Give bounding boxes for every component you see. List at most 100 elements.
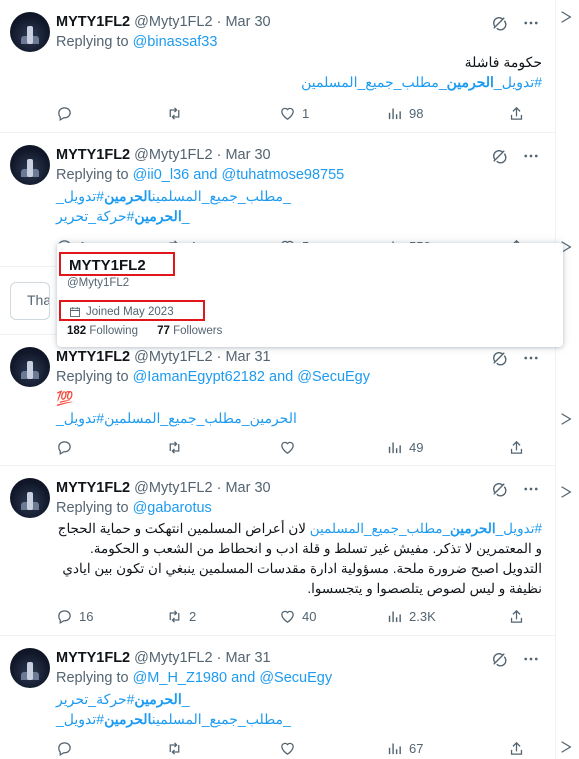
tweet-date[interactable]: Mar 30 xyxy=(225,14,270,30)
tweet[interactable]: MYTY1FL2 @Myty1FL2 · Mar 30 Replying to … xyxy=(0,466,556,636)
grok-icon[interactable] xyxy=(490,650,508,668)
reply-icon xyxy=(56,740,73,757)
tweet-header: MYTY1FL2 @Myty1FL2 · Mar 31 xyxy=(56,349,271,365)
retweet-icon xyxy=(166,105,183,122)
share-button[interactable] xyxy=(508,437,525,457)
more-icon[interactable] xyxy=(522,480,540,498)
followers-link[interactable]: 77 Followers xyxy=(157,325,222,337)
display-name[interactable]: MYTY1FL2 xyxy=(56,147,130,163)
replying-to-link[interactable]: @gabarotus xyxy=(133,500,212,516)
tweet[interactable]: MYTY1FL2 @Myty1FL2 · Mar 31 Replying to … xyxy=(0,334,556,466)
hashtag-link[interactable]: الحرمين#حركة_تحرير_ xyxy=(56,689,542,709)
hashtag-part: الحرمين xyxy=(450,521,496,536)
retweet-button[interactable]: 2 xyxy=(166,606,196,626)
tweet-date[interactable]: Mar 31 xyxy=(225,349,270,365)
retweet-button[interactable] xyxy=(166,738,189,758)
views-button[interactable]: 67 xyxy=(386,738,423,758)
views-button[interactable]: 98 xyxy=(386,103,423,123)
views-icon xyxy=(386,740,403,757)
avatar[interactable] xyxy=(10,347,50,387)
like-icon xyxy=(279,608,296,625)
side-arrow-icon[interactable] xyxy=(559,485,573,499)
separator: · xyxy=(216,14,222,30)
more-icon[interactable] xyxy=(522,14,540,32)
retweet-button[interactable] xyxy=(166,103,189,123)
avatar[interactable] xyxy=(10,12,50,52)
hashtag-link[interactable]: #تدويل_الحرمين_مطلب_جميع_المسلمين xyxy=(310,521,542,536)
reply-icon xyxy=(56,439,73,456)
emoji: 💯 xyxy=(56,390,74,406)
share-button[interactable] xyxy=(508,103,525,123)
like-button[interactable] xyxy=(279,738,302,758)
share-button[interactable] xyxy=(508,606,525,626)
retweet-icon xyxy=(166,608,183,625)
replying-to-link[interactable]: @ii0_l36 and @tuhatmose98755 xyxy=(133,167,345,183)
hashtag-link[interactable]: الحرمين_مطلب_جميع_المسلمين#تدويل_ xyxy=(56,408,542,428)
more-icon[interactable] xyxy=(522,650,540,668)
more-icon[interactable] xyxy=(522,349,540,367)
reply-input[interactable]: Thanks xyxy=(10,282,50,320)
profile-hover-card[interactable]: MYTY1FL2 @Myty1FL2 Joined May 2023 182 F… xyxy=(57,243,563,347)
tweet-text: _مطلب_جميع_المسلمينالحرمين#تدويل_ الحرمي… xyxy=(56,186,542,226)
hover-card-handle[interactable]: @Myty1FL2 xyxy=(67,277,129,289)
replying-to-link[interactable]: @IamanEgypt62182 and @SecuEgy xyxy=(133,369,370,385)
display-name[interactable]: MYTY1FL2 xyxy=(56,349,130,365)
timeline: MYTY1FL2 @Myty1FL2 · Mar 30 Replying to … xyxy=(0,0,556,759)
tweet-date[interactable]: Mar 31 xyxy=(225,650,270,666)
views-button[interactable]: 49 xyxy=(386,437,423,457)
reply-button[interactable] xyxy=(56,437,79,457)
grok-icon[interactable] xyxy=(490,147,508,165)
side-arrow-icon[interactable] xyxy=(559,10,573,24)
grok-icon[interactable] xyxy=(490,14,508,32)
tweet-date[interactable]: Mar 30 xyxy=(225,480,270,496)
tweet-header: MYTY1FL2 @Myty1FL2 · Mar 31 xyxy=(56,650,271,666)
display-name[interactable]: MYTY1FL2 xyxy=(56,14,130,30)
hashtag-link[interactable]: الحرمين#حركة_تحرير_ xyxy=(56,206,542,226)
retweet-button[interactable] xyxy=(166,437,189,457)
user-handle[interactable]: @Myty1FL2 xyxy=(134,650,212,666)
tweet-actions: 16 2 40 2.3K xyxy=(56,606,542,626)
display-name[interactable]: MYTY1FL2 xyxy=(56,650,130,666)
hover-card-name[interactable]: MYTY1FL2 xyxy=(59,252,175,276)
separator: · xyxy=(216,147,222,163)
retweet-icon xyxy=(166,439,183,456)
followers-label: Followers xyxy=(169,325,223,337)
avatar[interactable] xyxy=(10,145,50,185)
reply-button[interactable]: 16 xyxy=(56,606,93,626)
like-icon xyxy=(279,439,296,456)
tweet-date[interactable]: Mar 30 xyxy=(225,147,270,163)
side-arrow-icon[interactable] xyxy=(559,740,573,754)
hashtag-link[interactable]: #تدويل_الحرمين_مطلب_جميع_المسلمين xyxy=(301,74,542,90)
joined-date: Joined May 2023 xyxy=(86,306,174,318)
hashtag-part: الحرمين xyxy=(446,74,494,90)
share-button[interactable] xyxy=(508,738,525,758)
avatar[interactable] xyxy=(10,648,50,688)
user-handle[interactable]: @Myty1FL2 xyxy=(134,480,212,496)
tweet-text: 💯 الحرمين_مطلب_جميع_المسلمين#تدويل_ xyxy=(56,388,542,428)
hashtag-link[interactable]: _مطلب_جميع_المسلمينالحرمين#تدويل_ xyxy=(56,709,542,729)
user-handle[interactable]: @Myty1FL2 xyxy=(134,349,212,365)
replying-to-link[interactable]: @M_H_Z1980 and @SecuEgy xyxy=(133,670,333,686)
more-icon[interactable] xyxy=(522,147,540,165)
hashtag-link[interactable]: _مطلب_جميع_المسلمينالحرمين#تدويل_ xyxy=(56,186,542,206)
reply-button[interactable] xyxy=(56,103,79,123)
avatar[interactable] xyxy=(10,478,50,518)
tweet[interactable]: MYTY1FL2 @Myty1FL2 · Mar 31 Replying to … xyxy=(0,636,556,759)
side-arrow-icon[interactable] xyxy=(559,412,573,426)
tweet-corner-actions xyxy=(490,480,540,498)
grok-icon[interactable] xyxy=(490,349,508,367)
views-button[interactable]: 2.3K xyxy=(386,606,436,626)
grok-icon[interactable] xyxy=(490,480,508,498)
replying-to-link[interactable]: @binassaf33 xyxy=(133,34,218,50)
tweet[interactable]: MYTY1FL2 @Myty1FL2 · Mar 30 Replying to … xyxy=(0,0,556,133)
like-button[interactable]: 1 xyxy=(279,103,309,123)
like-button[interactable] xyxy=(279,437,302,457)
display-name[interactable]: MYTY1FL2 xyxy=(56,480,130,496)
like-button[interactable]: 40 xyxy=(279,606,316,626)
reply-button[interactable] xyxy=(56,738,79,758)
following-link[interactable]: 182 Following xyxy=(67,325,138,337)
user-handle[interactable]: @Myty1FL2 xyxy=(134,14,212,30)
user-handle[interactable]: @Myty1FL2 xyxy=(134,147,212,163)
following-count: 182 xyxy=(67,325,87,337)
retweet-icon xyxy=(166,740,183,757)
